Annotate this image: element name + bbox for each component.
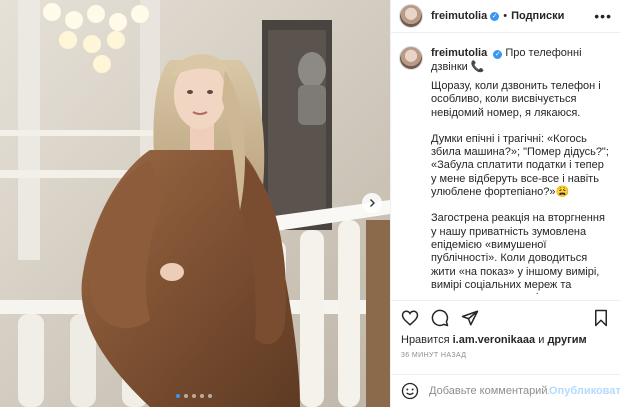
- caption-paragraph: Щоразу, коли дзвонить телефон і особливо…: [431, 80, 601, 119]
- carousel-next-button[interactable]: [362, 193, 382, 213]
- emoji-icon: [401, 382, 419, 400]
- carousel-dot: [176, 394, 180, 398]
- share-button[interactable]: [461, 309, 479, 327]
- post-header: freimutolia ✓ • Подписки •••: [391, 0, 620, 33]
- following-button[interactable]: Подписки: [511, 10, 564, 22]
- caption-title: freimutolia ✓ Про телефонні дзвінки 📞: [431, 46, 610, 74]
- caption-paragraph: Загострена реакція на вторгнення у нашу …: [431, 212, 605, 294]
- likes-prefix: Нравится: [401, 334, 450, 346]
- post-photo[interactable]: [0, 0, 390, 407]
- comment-icon: [431, 309, 449, 326]
- post-timestamp[interactable]: 36 МИНУТ НАЗАД: [401, 352, 466, 359]
- verified-icon: ✓: [493, 50, 503, 59]
- publish-comment-button[interactable]: Опубликовать: [549, 385, 620, 397]
- like-button[interactable]: [401, 309, 419, 327]
- chevron-right-icon: [370, 199, 375, 207]
- avatar[interactable]: [399, 4, 423, 28]
- action-bar: [391, 300, 620, 334]
- comment-bar: Опубликовать: [391, 374, 620, 407]
- save-button[interactable]: [592, 309, 610, 327]
- emoji-button[interactable]: [401, 382, 419, 400]
- more-options-icon[interactable]: •••: [594, 8, 612, 24]
- post-photo-image: [0, 0, 390, 407]
- caption-paragraph: Думки епічні і трагічні: «Когось збила м…: [431, 132, 609, 199]
- likes-conjunction: и: [538, 334, 545, 346]
- carousel-dot: [208, 394, 212, 398]
- bookmark-icon: [595, 309, 607, 326]
- post-side-panel: freimutolia ✓ • Подписки ••• freimutolia…: [390, 0, 620, 407]
- caption-header: freimutolia ✓ Про телефонні дзвінки 📞: [399, 46, 610, 74]
- comment-input[interactable]: [429, 385, 549, 397]
- caption: freimutolia ✓ Про телефонні дзвінки 📞 Що…: [391, 34, 620, 294]
- likes-others-link[interactable]: другим: [547, 334, 586, 346]
- username-link[interactable]: freimutolia: [431, 10, 487, 22]
- carousel-dot: [184, 394, 188, 398]
- caption-username[interactable]: freimutolia: [431, 47, 487, 59]
- likes-line: Нравится i.am.veronikaaa и другим: [401, 334, 587, 346]
- liker-username[interactable]: i.am.veronikaaa: [453, 334, 536, 346]
- avatar[interactable]: [399, 46, 423, 70]
- share-icon: [461, 310, 479, 325]
- comment-button[interactable]: [431, 309, 449, 327]
- carousel-dot: [192, 394, 196, 398]
- carousel-indicator: [176, 394, 212, 398]
- separator-dot: •: [503, 10, 508, 22]
- caption-body: Щоразу, коли дзвонить телефон і особливо…: [431, 80, 610, 294]
- carousel-dot: [200, 394, 204, 398]
- heart-icon: [401, 309, 419, 326]
- verified-icon: ✓: [490, 11, 500, 21]
